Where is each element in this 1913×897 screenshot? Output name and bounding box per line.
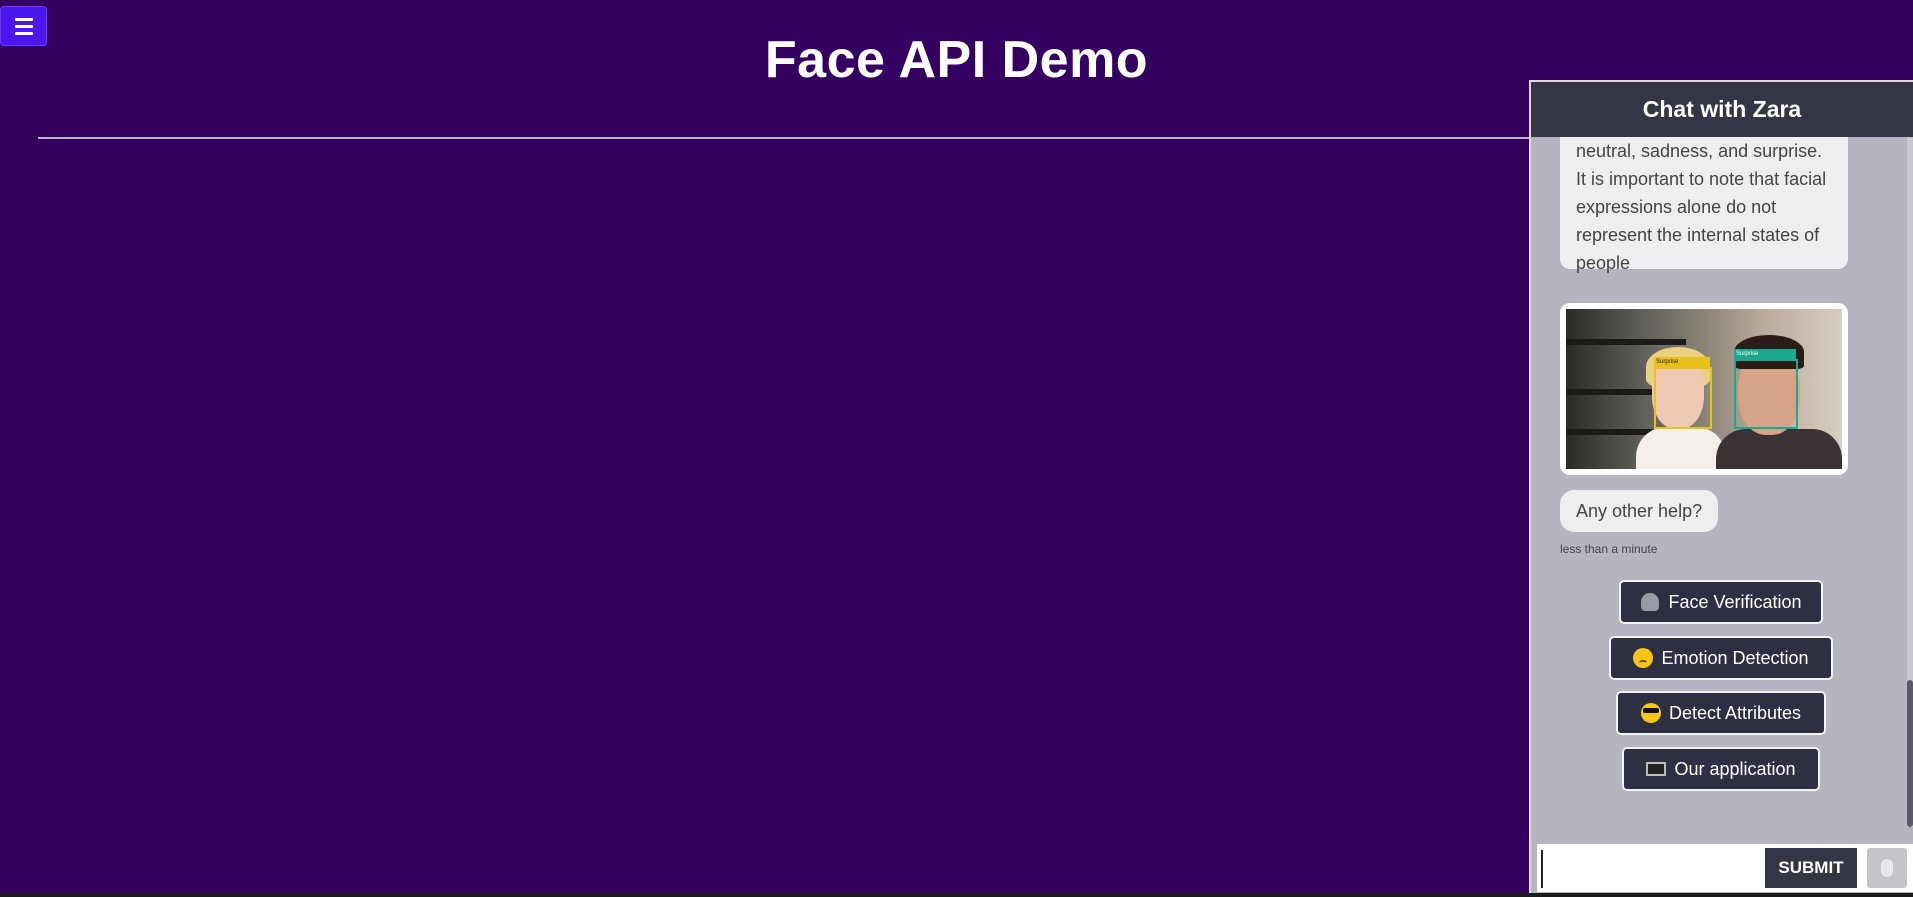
- face-box-man: Surprise: [1734, 349, 1798, 429]
- face-tag-child: Surprise: [1654, 357, 1710, 367]
- microphone-icon: [1881, 859, 1893, 877]
- hamburger-icon-bar: [14, 17, 33, 21]
- header-divider: [38, 137, 1530, 139]
- hamburger-icon-bar: [14, 24, 33, 28]
- submit-button[interactable]: SUBMIT: [1765, 848, 1857, 888]
- chat-messages[interactable]: neutral, sadness, and surprise. It is im…: [1531, 137, 1913, 837]
- photo-shelf: [1566, 339, 1686, 345]
- bot-message-help: Any other help?: [1560, 490, 1719, 532]
- chat-input-bar: SUBMIT: [1537, 844, 1913, 892]
- user-silhouette-icon: [1640, 592, 1660, 612]
- suggestion-face-verification-button[interactable]: Face Verification: [1619, 580, 1823, 624]
- chat-scrollbar-thumb[interactable]: [1907, 680, 1913, 827]
- suggestion-label: Emotion Detection: [1661, 647, 1809, 668]
- face-box-child: Surprise: [1654, 357, 1712, 429]
- monitor-icon: [1646, 759, 1667, 779]
- chat-panel: Chat with Zara neutral, sadness, and sur…: [1529, 80, 1913, 897]
- bot-message-image: Surprise Surprise: [1560, 303, 1848, 475]
- face-tag-man: Surprise: [1734, 349, 1796, 359]
- suggestion-label: Our application: [1674, 758, 1796, 779]
- suggestion-label: Detect Attributes: [1668, 702, 1802, 723]
- sunglasses-face-icon: [1640, 703, 1661, 723]
- suggestion-label: Face Verification: [1668, 591, 1802, 612]
- photo-child-body: [1636, 427, 1726, 469]
- photo-man-body: [1716, 429, 1842, 469]
- microphone-button[interactable]: [1867, 848, 1907, 888]
- suggestion-our-application-button[interactable]: Our application: [1622, 747, 1820, 791]
- emotion-detection-photo: Surprise Surprise: [1566, 309, 1842, 469]
- chat-header-title: Chat with Zara: [1531, 82, 1913, 137]
- message-timestamp: less than a minute: [1560, 542, 1658, 556]
- suggestion-detect-attributes-button[interactable]: Detect Attributes: [1616, 691, 1826, 735]
- chat-scrollbar[interactable]: [1907, 137, 1913, 827]
- bot-message-expressions: neutral, sadness, and surprise. It is im…: [1560, 137, 1848, 273]
- chat-message-input[interactable]: [1541, 850, 1757, 888]
- suggestion-emotion-detection-button[interactable]: Emotion Detection: [1609, 636, 1833, 680]
- bottom-edge: [0, 893, 1913, 897]
- worried-face-icon: [1633, 648, 1654, 668]
